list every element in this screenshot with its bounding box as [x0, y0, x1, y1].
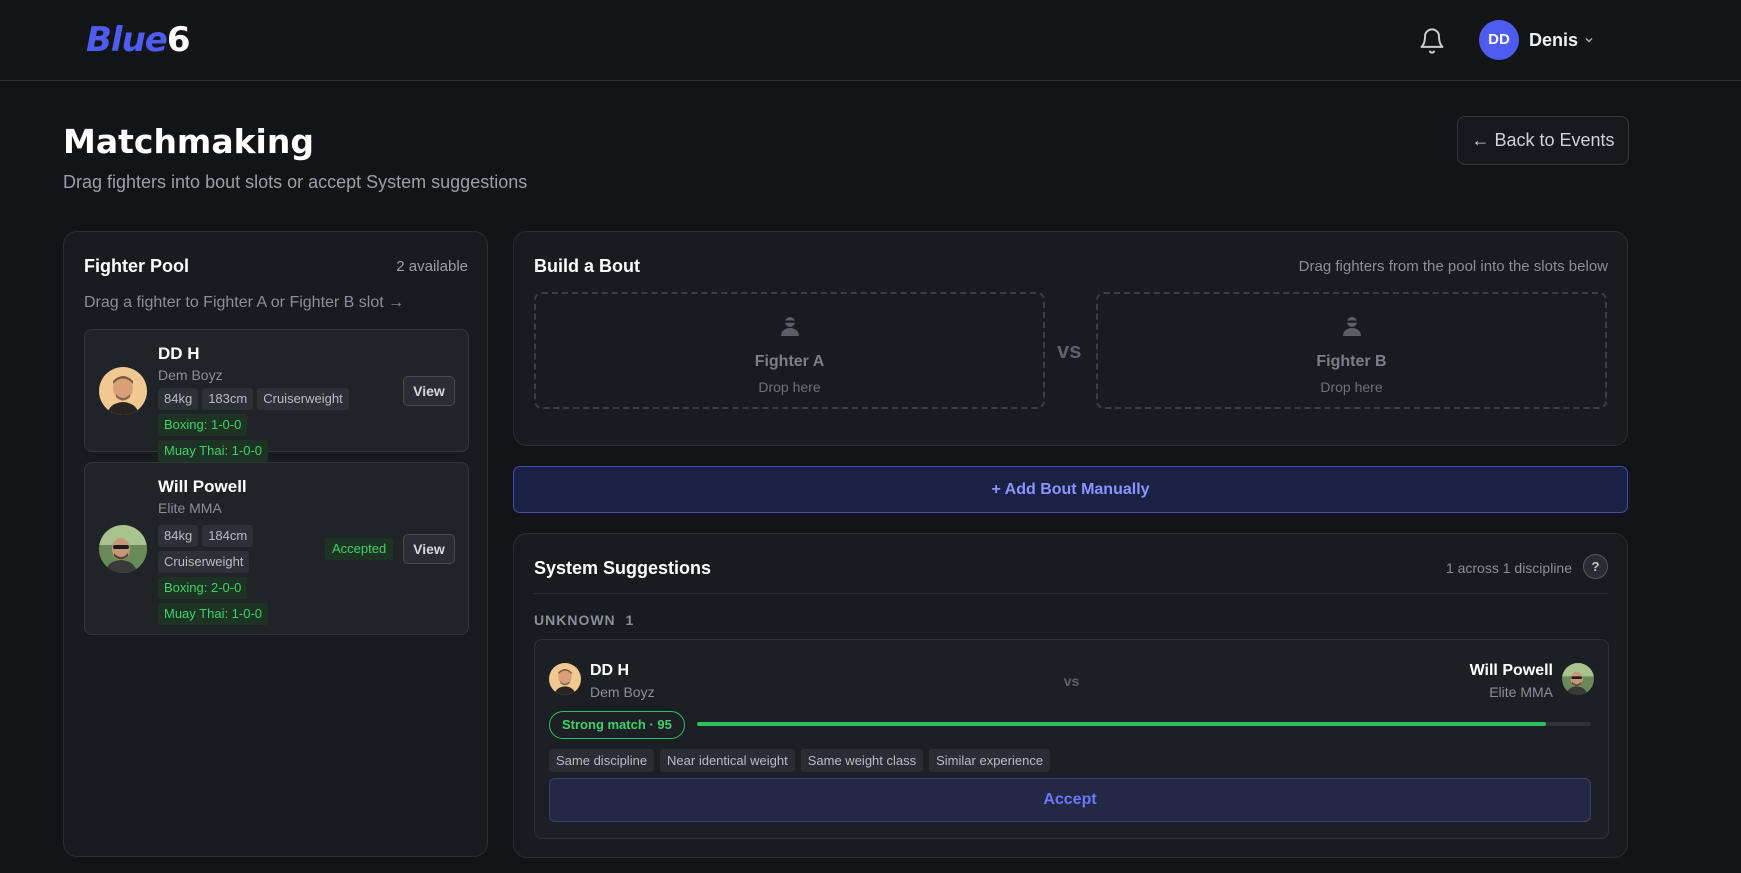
fighter-b-drop-slot[interactable]: Fighter B Drop here — [1096, 292, 1607, 409]
suggestions-count: 1 across 1 discipline — [1445, 560, 1572, 576]
weight-class-tag: Cruiserweight — [158, 551, 250, 573]
vs-label: vs — [1057, 338, 1082, 363]
fighter-card[interactable]: Will Powell Elite MMA 84kg 184cm Cruiser… — [84, 462, 469, 635]
bell-icon[interactable] — [1418, 26, 1446, 56]
discipline-group-label: UNKNOWN 1 — [534, 612, 634, 628]
match-score-bar — [697, 722, 1591, 726]
user-name[interactable]: Denis — [1529, 30, 1578, 51]
build-bout-hint: Drag fighters from the pool into the slo… — [1298, 258, 1608, 275]
fighter-b-avatar — [1562, 663, 1594, 695]
fighter-pool-hint: Drag a fighter to Fighter A or Fighter B… — [84, 294, 405, 311]
fighter-team: Elite MMA — [158, 500, 222, 516]
fighter-avatar — [99, 367, 147, 415]
fighter-a-drop-slot[interactable]: Fighter A Drop here — [534, 292, 1045, 409]
back-to-events-button[interactable]: ← Back to Events — [1457, 116, 1629, 165]
fighter-b-team: Elite MMA — [1489, 684, 1553, 700]
height-tag: 183cm — [202, 388, 254, 410]
group-count: 1 — [625, 612, 635, 628]
match-score-fill — [697, 722, 1547, 726]
help-icon[interactable]: ? — [1583, 554, 1608, 579]
weight-class-tag: Cruiserweight — [257, 388, 349, 410]
group-name: UNKNOWN — [534, 612, 616, 628]
fighter-tags: 84kg 184cm Cruiserweight Boxing: 2-0-0 M… — [158, 525, 308, 625]
suggested-match-card: DD H Dem Boyz vs Will Powell Elite MMA S… — [534, 639, 1609, 839]
add-bout-manually-button[interactable]: + Add Bout Manually — [513, 466, 1628, 513]
fighter-team: Dem Boyz — [158, 367, 223, 383]
reason-tag: Near identical weight — [660, 749, 795, 772]
suggestions-title: System Suggestions — [534, 558, 712, 578]
drop-hint: Drop here — [1320, 379, 1383, 395]
accepted-status-badge: Accepted — [325, 538, 394, 560]
fighter-pool-panel: Fighter Pool 2 available Drag a fighter … — [63, 231, 488, 857]
record-tag: Boxing: 2-0-0 — [158, 577, 248, 599]
fighter-b-name: Will Powell — [1469, 662, 1553, 679]
height-tag: 184cm — [202, 525, 254, 547]
fighter-pool-title: Fighter Pool — [84, 256, 189, 276]
fighter-placeholder-icon — [1342, 317, 1361, 336]
chevron-down-icon[interactable] — [1583, 34, 1595, 46]
record-tag: Muay Thai: 1-0-0 — [158, 440, 269, 462]
fighter-name: Will Powell — [158, 477, 247, 496]
fighter-card[interactable]: DD H Dem Boyz 84kg 183cm Cruiserweight B… — [84, 329, 469, 462]
weight-tag: 84kg — [158, 525, 199, 547]
page-subtitle: Drag fighters into bout slots or accept … — [63, 172, 528, 192]
system-suggestions-panel: System Suggestions 1 across 1 discipline… — [513, 533, 1628, 858]
logo-text-blue: Blue — [86, 20, 168, 60]
view-fighter-button[interactable]: View — [403, 376, 455, 406]
vs-label: vs — [1063, 673, 1080, 689]
fighter-name: DD H — [158, 344, 200, 363]
record-tag: Muay Thai: 1-0-0 — [158, 603, 269, 625]
fighter-tags: 84kg 183cm Cruiserweight Boxing: 1-0-0 M… — [158, 388, 358, 462]
build-bout-panel: Build a Bout Drag fighters from the pool… — [513, 231, 1628, 446]
fighter-a-label: Fighter A — [754, 353, 825, 370]
divider — [534, 593, 1608, 594]
fighter-b-label: Fighter B — [1316, 353, 1387, 370]
build-bout-title: Build a Bout — [534, 256, 640, 276]
match-score-badge: Strong match · 95 — [549, 711, 685, 739]
fighter-avatar — [99, 525, 147, 573]
logo-text-number: 6 — [166, 20, 191, 60]
accept-suggestion-button[interactable]: Accept — [549, 778, 1591, 822]
match-reasons: Same discipline Near identical weight Sa… — [549, 749, 1051, 772]
weight-tag: 84kg — [158, 388, 199, 410]
fighter-pool-count: 2 available — [396, 258, 468, 275]
reason-tag: Same discipline — [549, 749, 655, 772]
brand-logo[interactable]: Blue6 — [86, 20, 191, 60]
fighter-placeholder-icon — [780, 317, 799, 336]
page-title: Matchmaking — [63, 122, 314, 161]
record-tag: Boxing: 1-0-0 — [158, 414, 248, 436]
user-avatar[interactable]: DD — [1479, 20, 1519, 60]
top-navigation-bar: Blue6 DD Denis — [0, 0, 1741, 81]
reason-tag: Similar experience — [929, 749, 1051, 772]
drop-hint: Drop here — [758, 379, 821, 395]
view-fighter-button[interactable]: View — [403, 534, 455, 564]
reason-tag: Same weight class — [800, 749, 924, 772]
